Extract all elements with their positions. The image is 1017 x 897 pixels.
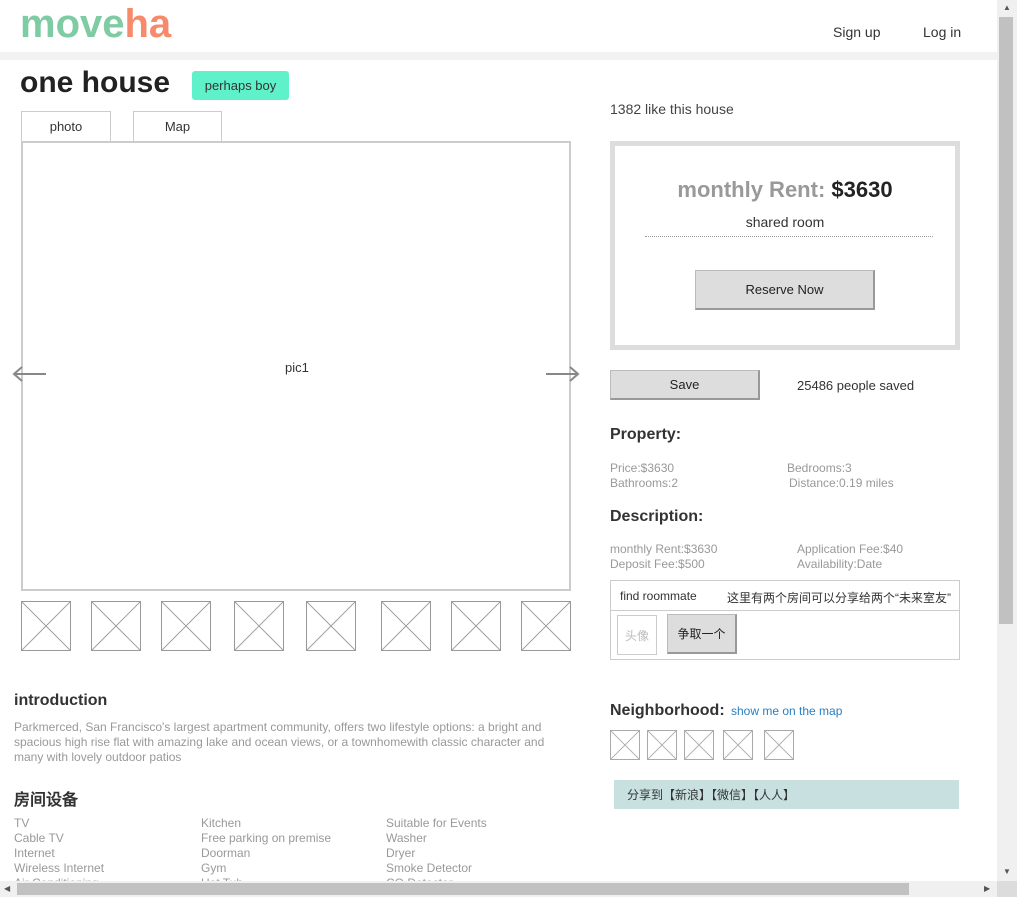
property-bedrooms: Bedrooms:3 <box>787 461 852 475</box>
vertical-scrollbar[interactable]: ▲ ▼ <box>997 0 1017 881</box>
amenity-item: Wireless Internet <box>14 861 105 875</box>
amenity-item: Gym <box>201 861 227 875</box>
property-distance: Distance:0.19 miles <box>789 476 894 490</box>
amenity-item: Dryer <box>386 846 416 860</box>
divider <box>645 236 933 237</box>
amenity-item: Cable TV <box>14 831 64 845</box>
horizontal-scrollbar[interactable]: ◀ ▶ <box>0 881 997 897</box>
thumbnail-image[interactable] <box>161 601 211 651</box>
tab-map[interactable]: Map <box>133 111 222 141</box>
room-type: shared room <box>745 214 825 230</box>
roommate-box: find roommate 这里有两个房间可以分享给两个“未来室友” 头像 争取… <box>610 580 960 660</box>
show-on-map-link[interactable]: show me on the map <box>731 704 842 718</box>
thumbnail-image[interactable] <box>451 601 501 651</box>
description-availability: Availability:Date <box>797 557 883 571</box>
description-application-fee: Application Fee:$40 <box>797 542 904 556</box>
amenity-item: Smoke Detector <box>386 861 473 875</box>
introduction-text: Parkmerced, San Francisco's largest apar… <box>14 720 545 764</box>
find-roommate-label: find roommate <box>620 589 697 603</box>
property-bathrooms: Bathrooms:2 <box>610 476 679 490</box>
neighborhood-image[interactable] <box>647 730 677 760</box>
thumbnail-image[interactable] <box>521 601 571 651</box>
likes-count: 1382 like this house <box>610 101 734 117</box>
arrow-left-icon[interactable] <box>12 364 46 384</box>
neighborhood-image[interactable] <box>764 730 794 760</box>
thumbnail-image[interactable] <box>21 601 71 651</box>
amenity-item: Internet <box>14 846 55 860</box>
horizontal-scroll-thumb[interactable] <box>17 883 909 895</box>
scroll-down-icon[interactable]: ▼ <box>1003 867 1011 876</box>
thumbnail-image[interactable] <box>381 601 431 651</box>
logo[interactable]: moveha <box>20 2 171 47</box>
scroll-up-icon[interactable]: ▲ <box>1003 3 1011 12</box>
page-title: one house <box>20 66 171 99</box>
logo-part-ha: ha <box>124 2 172 46</box>
listing-tag: perhaps boy <box>192 71 289 100</box>
neighborhood-image[interactable] <box>684 730 714 760</box>
rent-box: monthly Rent: $3630 shared room Reserve … <box>610 141 960 350</box>
amenity-item: Washer <box>386 831 427 845</box>
main-picture-label: pic1 <box>285 360 309 375</box>
description-monthly-rent: monthly Rent:$3630 <box>610 542 718 556</box>
thumbnail-image[interactable] <box>306 601 356 651</box>
neighborhood-image[interactable] <box>610 730 640 760</box>
reserve-button[interactable]: Reserve Now <box>695 270 875 310</box>
property-price: Price:$3630 <box>610 461 675 475</box>
avatar: 头像 <box>617 615 657 655</box>
login-link[interactable]: Log in <box>923 24 961 40</box>
logo-part-move: move <box>20 2 125 46</box>
amenity-item: Kitchen <box>201 816 242 830</box>
tab-photo[interactable]: photo <box>21 111 111 141</box>
share-bar[interactable]: 分享到【新浪】【微信】【人人】 <box>614 780 959 809</box>
rent-label: monthly Rent: <box>677 177 826 202</box>
thumbnail-image[interactable] <box>234 601 284 651</box>
neighborhood-title: Neighborhood: <box>610 702 725 719</box>
claim-room-button[interactable]: 争取一个 <box>667 614 737 654</box>
monthly-rent: monthly Rent: $3630 <box>615 177 955 203</box>
description-title: Description: <box>610 508 704 525</box>
roommate-note: 这里有两个房间可以分享给两个“未来室友” <box>727 591 951 605</box>
divider <box>611 610 959 611</box>
property-title: Property: <box>610 426 682 443</box>
scroll-left-icon[interactable]: ◀ <box>4 884 10 893</box>
vertical-scroll-thumb[interactable] <box>999 17 1013 624</box>
amenity-item: Free parking on premise <box>201 831 332 845</box>
header: moveha Sign up Log in <box>0 0 997 60</box>
saved-count: 25486 people saved <box>797 378 915 393</box>
introduction-title: introduction <box>14 692 108 709</box>
save-button[interactable]: Save <box>610 370 760 400</box>
signup-link[interactable]: Sign up <box>833 24 880 40</box>
neighborhood-image[interactable] <box>723 730 753 760</box>
amenity-item: Suitable for Events <box>386 816 487 830</box>
thumbnail-image[interactable] <box>91 601 141 651</box>
arrow-right-icon[interactable] <box>546 364 580 384</box>
rent-value: $3630 <box>831 177 893 202</box>
amenities-title: 房间设备 <box>14 792 79 809</box>
photo-gallery: pic1 <box>21 141 571 591</box>
scrollbar-corner <box>997 881 1017 897</box>
amenity-item: Doorman <box>201 846 251 860</box>
scroll-right-icon[interactable]: ▶ <box>984 884 990 893</box>
description-deposit: Deposit Fee:$500 <box>610 557 705 571</box>
amenity-item: TV <box>14 816 30 830</box>
